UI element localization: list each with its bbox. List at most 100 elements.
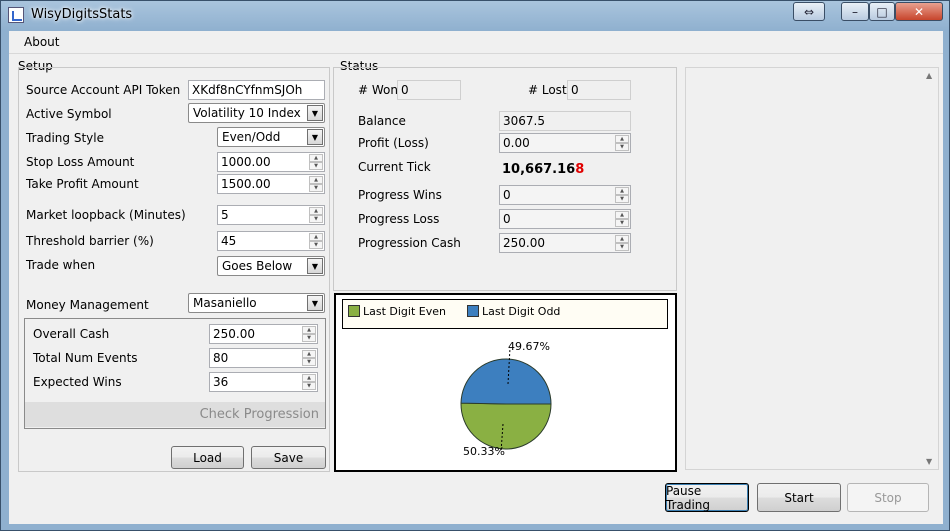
loopback-label: Market loopback (Minutes) [26, 208, 186, 222]
pie-slice-even [460, 402, 552, 450]
spin-buttons[interactable]: ▲ ▼ [309, 176, 323, 192]
save-button[interactable]: Save [251, 446, 326, 469]
total-events-input[interactable]: 80 ▲ ▼ [209, 348, 318, 368]
app-window: WisyDigitsStats ⇔ – □ ✕ About Setup Sour… [0, 0, 950, 531]
progress-wins-label: Progress Wins [358, 188, 442, 202]
progress-loss-input[interactable]: 0 ▲ ▼ [499, 209, 631, 229]
active-symbol-value: Volatility 10 Index [193, 106, 301, 120]
threshold-input[interactable]: 45 ▲ ▼ [217, 231, 325, 251]
balance-value: 3067.5 [499, 111, 631, 131]
minimize-icon[interactable]: – [841, 2, 869, 21]
active-symbol-select[interactable]: Volatility 10 Index ▼ [188, 103, 325, 123]
chevron-down-icon[interactable]: ▼ [307, 258, 323, 274]
spin-buttons[interactable]: ▲ ▼ [309, 233, 323, 249]
pause-trading-button[interactable]: Pause Trading [665, 483, 749, 512]
spin-buttons[interactable]: ▲ ▼ [302, 326, 316, 342]
take-profit-input[interactable]: 1500.00 ▲ ▼ [217, 174, 325, 194]
status-panel [333, 67, 677, 291]
window-title: WisyDigitsStats [31, 7, 133, 22]
trading-style-select[interactable]: Even/Odd ▼ [217, 127, 325, 147]
money-mgmt-select[interactable]: Masaniello ▼ [188, 293, 325, 313]
progression-cash-input[interactable]: 250.00 ▲ ▼ [499, 233, 631, 253]
trading-style-value: Even/Odd [222, 130, 281, 144]
pie-label-even: 50.33% [463, 445, 505, 458]
chevron-down-icon[interactable]: ▼ [307, 295, 323, 311]
current-tick-main: 10,667.16 [502, 162, 576, 177]
progress-loss-value: 0 [503, 212, 511, 226]
money-mgmt-label: Money Management [26, 298, 149, 312]
chevron-down-icon[interactable]: ▼ [307, 129, 323, 145]
loopback-input[interactable]: 5 ▲ ▼ [217, 205, 325, 225]
total-events-label: Total Num Events [33, 351, 138, 365]
spin-buttons[interactable]: ▲ ▼ [309, 207, 323, 223]
progression-cash-label: Progression Cash [358, 236, 461, 250]
expected-wins-input[interactable]: 36 ▲ ▼ [209, 372, 318, 392]
resize-arrows-icon[interactable]: ⇔ [793, 2, 825, 21]
stop-loss-value: 1000.00 [221, 155, 271, 169]
current-tick-last-digit: 8 [575, 162, 585, 177]
trade-when-label: Trade when [26, 258, 96, 272]
vertical-scrollbar[interactable]: ▲ ▼ [922, 68, 938, 469]
pie-slice-odd [460, 358, 552, 405]
stop-loss-input[interactable]: 1000.00 ▲ ▼ [217, 152, 325, 172]
client-area: About Setup Source Account API Token XKd… [9, 31, 943, 524]
start-button[interactable]: Start [757, 483, 841, 512]
spin-buttons[interactable]: ▲ ▼ [302, 350, 316, 366]
check-progression-label: Check Progression [199, 407, 319, 422]
current-tick-value: 10,667.168 [502, 162, 584, 177]
profit-label: Profit (Loss) [358, 136, 429, 150]
app-icon [8, 7, 24, 23]
lost-value: 0 [567, 80, 631, 100]
money-mgmt-value: Masaniello [193, 296, 257, 310]
progress-wins-value: 0 [503, 188, 511, 202]
scroll-up-icon[interactable]: ▲ [926, 71, 932, 80]
current-tick-label: Current Tick [358, 160, 431, 174]
log-panel[interactable]: ▲ ▼ [685, 67, 939, 470]
active-symbol-label: Active Symbol [26, 107, 112, 121]
api-token-label: Source Account API Token [26, 83, 181, 97]
loopback-value: 5 [221, 208, 229, 222]
balance-label: Balance [358, 114, 406, 128]
api-token-input[interactable]: XKdf8nCYfnmSJOh [188, 80, 325, 100]
threshold-label: Threshold barrier (%) [26, 234, 154, 248]
take-profit-value: 1500.00 [221, 177, 271, 191]
scroll-down-icon[interactable]: ▼ [926, 457, 932, 466]
spin-buttons[interactable]: ▲ ▼ [615, 187, 629, 203]
won-label: # Won [358, 83, 398, 97]
menu-bar: About [9, 31, 943, 54]
stop-loss-label: Stop Loss Amount [26, 155, 135, 169]
total-events-value: 80 [213, 351, 229, 365]
expected-wins-label: Expected Wins [33, 375, 122, 389]
spin-buttons[interactable]: ▲ ▼ [615, 235, 629, 251]
trade-when-value: Goes Below [222, 259, 293, 273]
spin-buttons[interactable]: ▲ ▼ [309, 154, 323, 170]
progress-loss-label: Progress Loss [358, 212, 440, 226]
progression-cash-value: 250.00 [503, 236, 545, 250]
check-progression-button[interactable]: Check Progression [25, 402, 325, 427]
overall-cash-value: 250.00 [213, 327, 255, 341]
trading-style-label: Trading Style [26, 131, 104, 145]
spin-buttons[interactable]: ▲ ▼ [615, 135, 629, 151]
overall-cash-label: Overall Cash [33, 327, 110, 341]
trade-when-select[interactable]: Goes Below ▼ [217, 256, 325, 276]
maximize-icon[interactable]: □ [869, 2, 895, 21]
spin-buttons[interactable]: ▲ ▼ [615, 211, 629, 227]
pie-chart-panel: Last Digit Even Last Digit Odd 49.67% 50… [334, 293, 677, 472]
take-profit-label: Take Profit Amount [26, 177, 139, 191]
load-button[interactable]: Load [171, 446, 244, 469]
close-icon[interactable]: ✕ [895, 2, 943, 21]
pie-label-odd: 49.67% [508, 340, 550, 353]
pie-chart [460, 347, 552, 453]
stop-button[interactable]: Stop [847, 483, 929, 512]
profit-input[interactable]: 0.00 ▲ ▼ [499, 133, 631, 153]
threshold-value: 45 [221, 234, 237, 248]
expected-wins-value: 36 [213, 375, 229, 389]
title-bar[interactable]: WisyDigitsStats ⇔ – □ ✕ [1, 1, 949, 29]
overall-cash-input[interactable]: 250.00 ▲ ▼ [209, 324, 318, 344]
menu-item-about[interactable]: About [24, 35, 59, 49]
lost-label: # Lost [528, 83, 567, 97]
won-value: 0 [397, 80, 461, 100]
chevron-down-icon[interactable]: ▼ [307, 105, 323, 121]
spin-buttons[interactable]: ▲ ▼ [302, 374, 316, 390]
progress-wins-input[interactable]: 0 ▲ ▼ [499, 185, 631, 205]
